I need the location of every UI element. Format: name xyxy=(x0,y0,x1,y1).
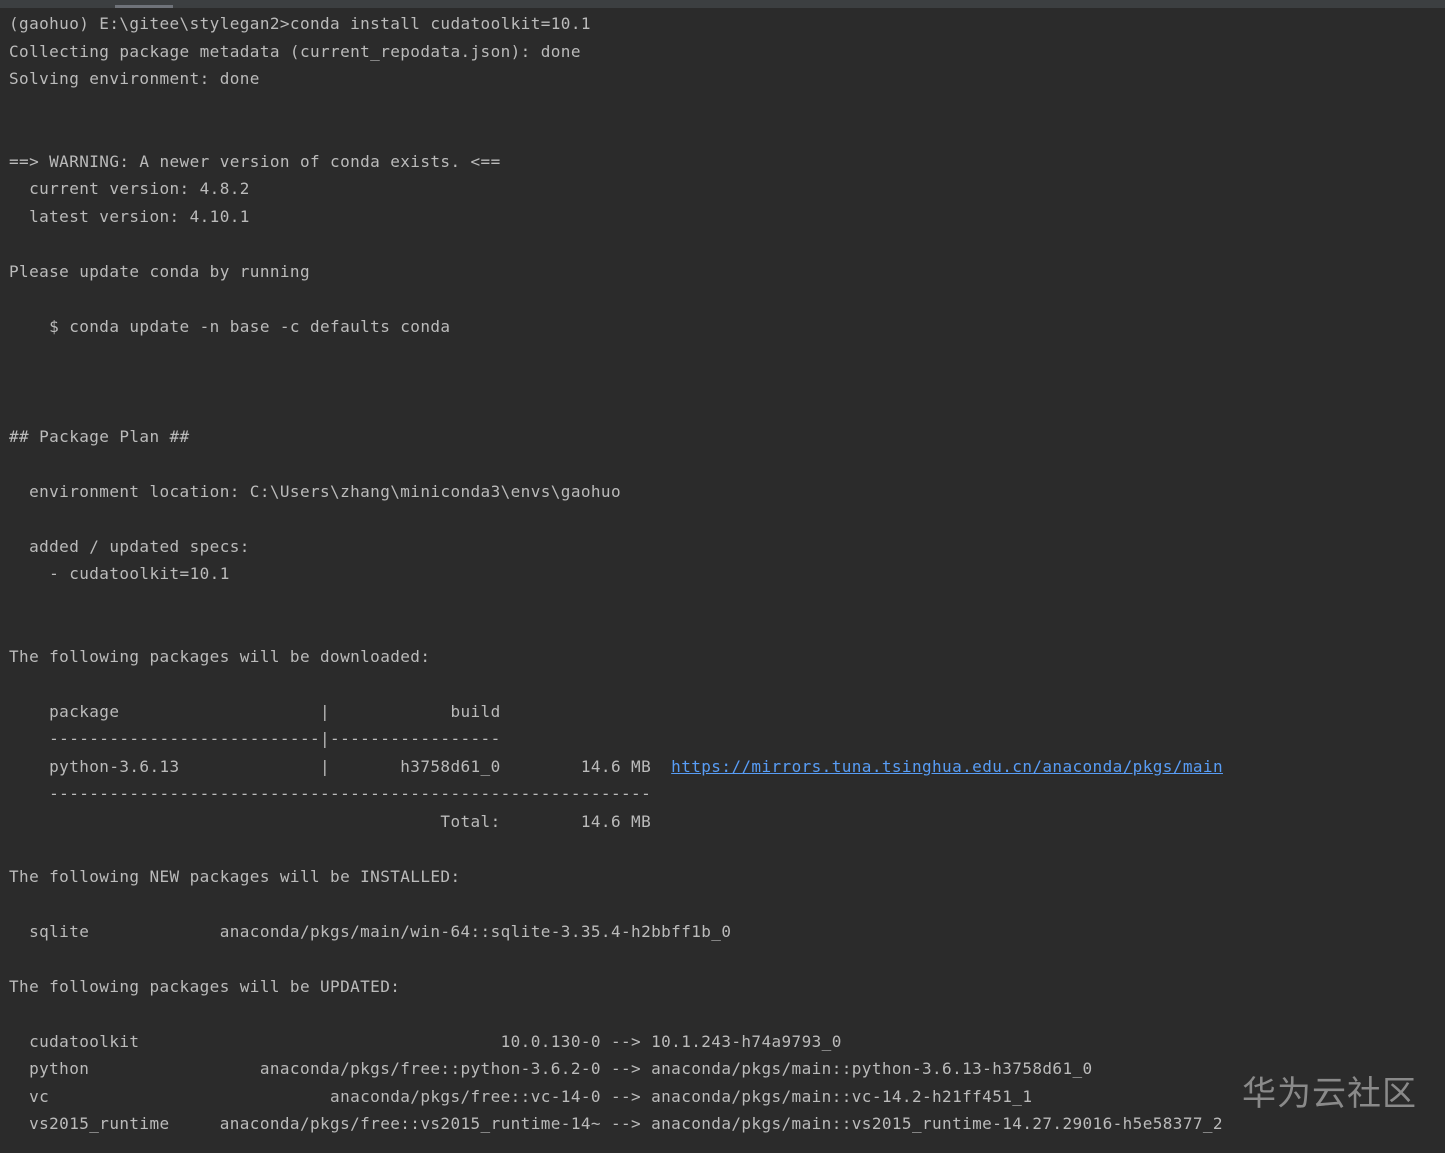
terminal-line: cudatoolkit 10.0.130-0 --> 10.1.243-h74a… xyxy=(9,1031,842,1051)
terminal-line: The following packages will be UPDATED: xyxy=(9,976,401,996)
terminal-line-text: python-3.6.13 | h3758d61_0 14.6 MB xyxy=(9,756,672,776)
terminal-line: ----------------------------------------… xyxy=(9,784,652,803)
terminal-output[interactable]: (gaohuo) E:\gitee\stylegan2>conda instal… xyxy=(9,10,1429,1150)
terminal-line: Collecting package metadata (current_rep… xyxy=(9,41,581,61)
terminal-line: Solving environment: done xyxy=(9,69,260,88)
terminal-line: vs2015_runtime anaconda/pkgs/free::vs201… xyxy=(9,1114,1223,1133)
terminal-line: The following NEW packages will be INSTA… xyxy=(9,866,461,886)
terminal-line: $ conda update -n base -c defaults conda xyxy=(9,316,451,336)
terminal-line: ---------------------------|------------… xyxy=(9,729,501,748)
terminal-line: ==> WARNING: A newer version of conda ex… xyxy=(9,151,501,171)
active-tab-indicator[interactable] xyxy=(115,5,173,8)
mirror-link[interactable]: https://mirrors.tuna.tsinghua.edu.cn/ana… xyxy=(671,757,1223,776)
window-top-bar xyxy=(0,0,1445,8)
terminal-line: sqlite anaconda/pkgs/main/win-64::sqlite… xyxy=(9,921,732,941)
terminal-line: Please update conda by running xyxy=(9,261,310,281)
terminal-line: package | build xyxy=(9,701,501,721)
watermark-logo-text: 华为云社区 xyxy=(1242,1074,1417,1114)
terminal-line: ## Package Plan ## xyxy=(9,426,190,446)
terminal-line: The following packages will be downloade… xyxy=(9,646,431,666)
terminal-line: python anaconda/pkgs/free::python-3.6.2-… xyxy=(9,1059,1093,1078)
terminal-line: added / updated specs: xyxy=(9,536,250,556)
terminal-line: current version: 4.8.2 xyxy=(9,179,250,198)
terminal-line: (gaohuo) E:\gitee\stylegan2>conda instal… xyxy=(9,14,591,33)
terminal-line: Total: 14.6 MB xyxy=(9,811,652,831)
terminal-line: latest version: 4.10.1 xyxy=(9,206,250,226)
terminal-line: environment location: C:\Users\zhang\min… xyxy=(9,481,622,501)
terminal-line: - cudatoolkit=10.1 xyxy=(9,564,230,583)
terminal-line: vc anaconda/pkgs/free::vc-14-0 --> anaco… xyxy=(9,1086,1033,1106)
terminal-line-with-link: python-3.6.13 | h3758d61_0 14.6 MB https… xyxy=(9,753,1429,781)
